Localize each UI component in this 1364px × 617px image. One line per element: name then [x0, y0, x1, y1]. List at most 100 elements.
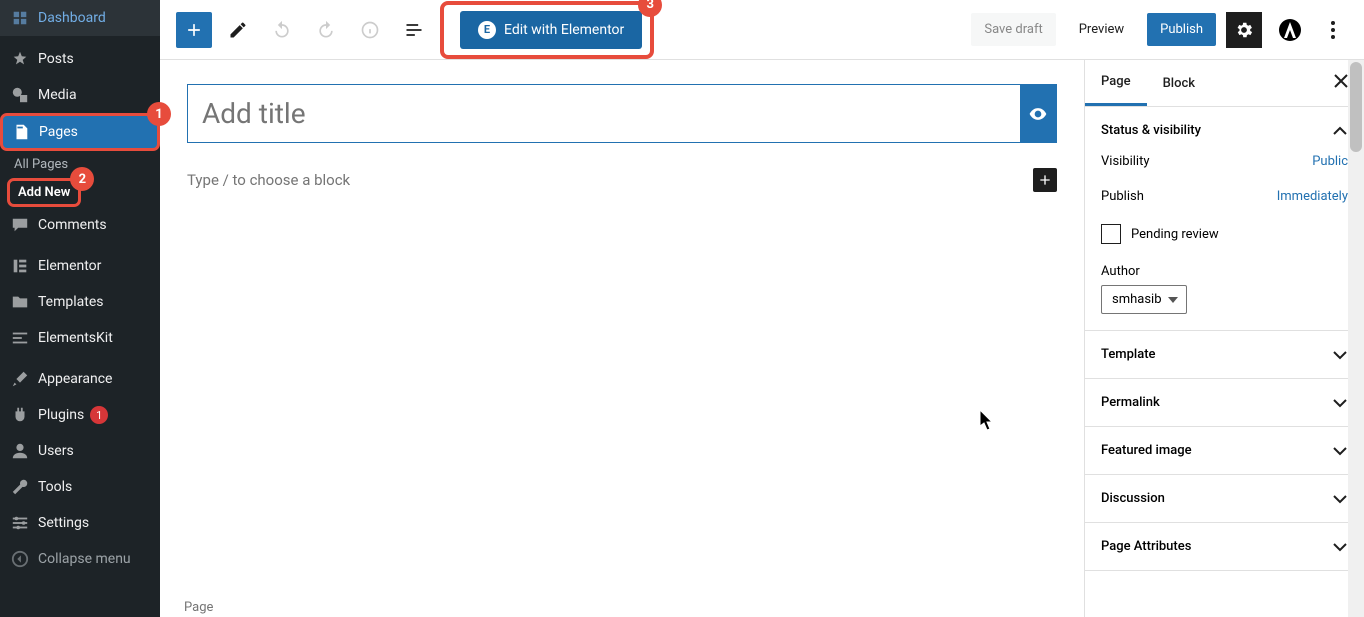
sidebar-item-label: Pages: [39, 124, 78, 140]
wrench-icon: [10, 477, 30, 497]
sidebar-item-label: Settings: [38, 515, 89, 531]
page-title-input[interactable]: [188, 85, 1020, 142]
edit-mode-button[interactable]: [220, 12, 256, 48]
featured-image-header[interactable]: Featured image: [1085, 427, 1364, 474]
title-field-wrap: [187, 84, 1057, 143]
tab-page[interactable]: Page: [1085, 60, 1147, 106]
chevron-down-icon: [1332, 350, 1348, 360]
permalink-panel: Permalink: [1085, 379, 1364, 427]
folder-icon: [10, 292, 30, 312]
page-attributes-header[interactable]: Page Attributes: [1085, 523, 1364, 570]
sidebar-item-pages[interactable]: Pages 1: [1, 114, 159, 150]
discussion-header[interactable]: Discussion: [1085, 475, 1364, 522]
sidebar-item-label: Collapse menu: [38, 551, 131, 567]
more-options-button[interactable]: [1318, 12, 1348, 48]
template-header[interactable]: Template: [1085, 331, 1364, 378]
template-panel: Template: [1085, 331, 1364, 379]
preview-button[interactable]: Preview: [1066, 13, 1137, 46]
chevron-down-icon: [1332, 446, 1348, 456]
pin-icon: [10, 49, 30, 69]
sidebar-item-label: Media: [38, 87, 77, 103]
plug-icon: [10, 405, 30, 425]
publish-row: Publish Immediately: [1101, 189, 1348, 204]
sidebar-item-label: Templates: [38, 294, 104, 310]
brush-icon: [10, 369, 30, 389]
annotation-badge-3: 3: [638, 0, 662, 17]
elementor-button-label: Edit with Elementor: [504, 22, 624, 38]
redo-button[interactable]: [308, 12, 344, 48]
sliders-icon: [10, 513, 30, 533]
title-visibility-icon[interactable]: [1020, 85, 1056, 142]
sidebar-item-label: Posts: [38, 51, 74, 67]
sidebar-item-label: Dashboard: [38, 10, 106, 26]
edit-with-elementor-button[interactable]: E Edit with Elementor: [460, 11, 642, 49]
sidebar-item-label: Comments: [38, 217, 107, 233]
sidebar-item-users[interactable]: Users: [0, 433, 160, 469]
annotation-badge-2: 2: [70, 167, 94, 191]
publish-button[interactable]: Publish: [1147, 13, 1216, 46]
permalink-header[interactable]: Permalink: [1085, 379, 1364, 426]
visibility-value[interactable]: Public: [1312, 154, 1348, 169]
elementor-small-icon: E: [478, 21, 496, 39]
sidebar-item-dashboard[interactable]: Dashboard: [0, 0, 160, 36]
annotation-badge-1: 1: [147, 102, 171, 126]
scrollbar-thumb[interactable]: [1350, 62, 1362, 152]
sidebar-item-comments[interactable]: Comments: [0, 207, 160, 243]
visibility-row: Visibility Public: [1101, 154, 1348, 169]
section-title: Featured image: [1101, 443, 1192, 458]
sidebar-item-plugins[interactable]: Plugins 1: [0, 397, 160, 433]
sidebar-item-label: Users: [38, 443, 74, 459]
media-icon: [10, 85, 30, 105]
tab-block[interactable]: Block: [1147, 62, 1211, 105]
author-label: Author: [1101, 264, 1348, 279]
astra-icon-button[interactable]: [1272, 12, 1308, 48]
sidebar-item-templates[interactable]: Templates: [0, 284, 160, 320]
undo-button[interactable]: [264, 12, 300, 48]
author-select[interactable]: smhasib: [1101, 285, 1187, 314]
comment-icon: [10, 215, 30, 235]
editor-body: Type / to choose a block Page Page Block: [160, 60, 1364, 617]
save-draft-button[interactable]: Save draft: [971, 13, 1055, 46]
sidebar-item-label: ElementsKit: [38, 330, 113, 346]
content-placeholder[interactable]: Type / to choose a block: [187, 167, 1033, 193]
sidebar-item-media[interactable]: Media: [0, 77, 160, 113]
sidebar-item-elementor[interactable]: Elementor: [0, 248, 160, 284]
visibility-label: Visibility: [1101, 154, 1150, 169]
add-block-inline-button[interactable]: [1033, 168, 1057, 192]
publish-value[interactable]: Immediately: [1277, 189, 1348, 204]
sidebar-item-settings[interactable]: Settings: [0, 505, 160, 541]
sidebar-item-label: Appearance: [38, 371, 112, 387]
mouse-cursor-icon: [980, 410, 996, 432]
publish-label: Publish: [1101, 189, 1144, 204]
info-button[interactable]: [352, 12, 388, 48]
sidebar-item-collapse[interactable]: Collapse menu: [0, 541, 160, 577]
elementor-annotation-wrap: E Edit with Elementor 3: [440, 1, 654, 59]
outline-button[interactable]: [396, 12, 432, 48]
settings-panel: Page Block Status & visibility Visibilit…: [1084, 60, 1364, 617]
pending-review-label: Pending review: [1131, 227, 1219, 242]
collapse-icon: [10, 549, 30, 569]
add-block-toolbar-button[interactable]: [176, 12, 212, 48]
pending-review-checkbox[interactable]: [1101, 224, 1121, 244]
user-icon: [10, 441, 30, 461]
chevron-down-icon: [1332, 542, 1348, 552]
settings-gear-button[interactable]: [1226, 12, 1262, 48]
ekit-icon: [10, 328, 30, 348]
sidebar-item-elementskit[interactable]: ElementsKit: [0, 320, 160, 356]
scrollbar[interactable]: [1348, 60, 1364, 617]
section-title: Status & visibility: [1101, 123, 1201, 138]
chevron-down-icon: [1332, 494, 1348, 504]
status-visibility-header[interactable]: Status & visibility: [1085, 107, 1364, 154]
sidebar-item-posts[interactable]: Posts: [0, 41, 160, 77]
toolbar-right: Save draft Preview Publish: [971, 12, 1348, 48]
editor-canvas: Type / to choose a block: [187, 84, 1057, 193]
sidebar-item-tools[interactable]: Tools: [0, 469, 160, 505]
sidebar-item-label: Plugins: [38, 407, 84, 423]
sidebar-item-appearance[interactable]: Appearance: [0, 361, 160, 397]
section-title: Page Attributes: [1101, 539, 1191, 554]
featured-image-panel: Featured image: [1085, 427, 1364, 475]
update-badge: 1: [90, 406, 108, 424]
chevron-down-icon: [1332, 398, 1348, 408]
chevron-up-icon: [1332, 126, 1348, 136]
sidebar-sub-add-new[interactable]: Add New: [8, 179, 80, 206]
